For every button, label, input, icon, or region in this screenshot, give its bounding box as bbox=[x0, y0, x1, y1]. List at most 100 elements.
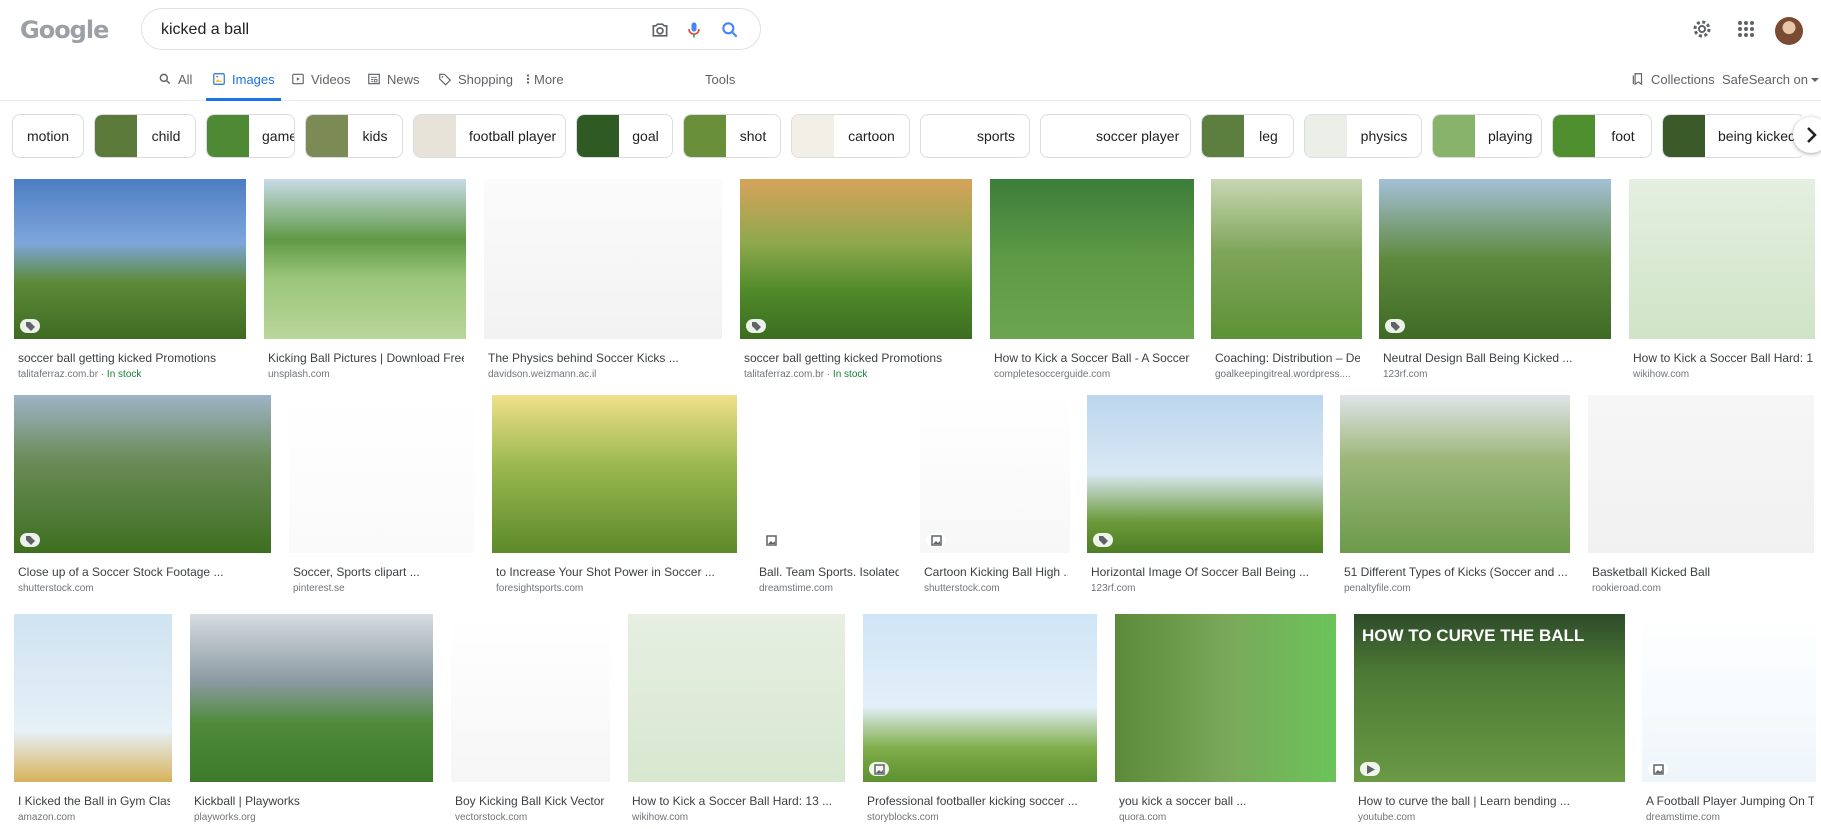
result-title[interactable]: soccer ball getting kicked Promotions bbox=[18, 351, 244, 365]
mic-icon[interactable] bbox=[684, 20, 704, 40]
related-chip-soccer-player[interactable]: soccer player bbox=[1040, 114, 1191, 158]
result-thumbnail[interactable]: HOW TO CURVE THE BALL bbox=[1354, 614, 1625, 782]
result-title[interactable]: Close up of a Soccer Stock Footage ... bbox=[18, 565, 269, 579]
result-title[interactable]: I Kicked the Ball in Gym Clas... bbox=[18, 794, 170, 808]
image-result-card[interactable]: I Kicked the Ball in Gym Clas... amazon.c… bbox=[14, 614, 172, 826]
related-chip-being-kicked[interactable]: being kicked bbox=[1662, 114, 1802, 158]
result-title[interactable]: Ball. Team Sports. Isolated... bbox=[759, 565, 899, 579]
related-chip-sports[interactable]: sports bbox=[920, 114, 1030, 158]
tab-shopping[interactable]: Shopping bbox=[438, 72, 513, 100]
result-thumbnail[interactable] bbox=[1211, 179, 1362, 339]
image-result-card[interactable]: Professional footballer kicking soccer .… bbox=[863, 614, 1097, 826]
related-chip-shot[interactable]: shot bbox=[683, 114, 781, 158]
result-thumbnail[interactable] bbox=[628, 614, 845, 782]
result-title[interactable]: How to curve the ball | Learn bending ..… bbox=[1358, 794, 1623, 808]
result-title[interactable]: Kickball | Playworks bbox=[194, 794, 431, 808]
result-title[interactable]: Soccer, Sports clipart ... bbox=[293, 565, 472, 579]
result-thumbnail[interactable] bbox=[1115, 614, 1336, 782]
result-title[interactable]: soccer ball getting kicked Promotions bbox=[744, 351, 970, 365]
tab-images[interactable]: Images bbox=[206, 72, 281, 101]
result-thumbnail[interactable] bbox=[863, 614, 1097, 782]
image-result-card[interactable]: How to Kick a Soccer Ball - A Soccer ...… bbox=[990, 179, 1194, 383]
image-result-card[interactable]: Close up of a Soccer Stock Footage ... sh… bbox=[14, 395, 271, 597]
image-result-card[interactable]: Coaching: Distribution – De... goalkeepin… bbox=[1211, 179, 1362, 383]
related-chip-football-player[interactable]: football player bbox=[413, 114, 566, 158]
tab-all[interactable]: All bbox=[158, 72, 192, 100]
result-thumbnail[interactable] bbox=[1379, 179, 1611, 339]
search-icon[interactable] bbox=[720, 20, 740, 40]
result-thumbnail[interactable] bbox=[740, 179, 972, 339]
account-avatar[interactable] bbox=[1775, 17, 1803, 45]
result-title[interactable]: Basketball Kicked Ball bbox=[1592, 565, 1812, 579]
result-title[interactable]: Professional footballer kicking soccer .… bbox=[867, 794, 1095, 808]
result-title[interactable]: The Physics behind Soccer Kicks ... bbox=[488, 351, 720, 365]
result-title[interactable]: to Increase Your Shot Power in Soccer ..… bbox=[496, 565, 735, 579]
image-result-card[interactable]: Cartoon Kicking Ball High ... shutterstoc… bbox=[920, 395, 1070, 597]
result-thumbnail[interactable] bbox=[289, 395, 474, 553]
result-thumbnail[interactable] bbox=[920, 395, 1070, 553]
result-thumbnail[interactable] bbox=[14, 395, 271, 553]
settings-gear-icon[interactable] bbox=[1690, 17, 1714, 41]
result-title[interactable]: Neutral Design Ball Being Kicked ... bbox=[1383, 351, 1609, 365]
collections-button[interactable]: Collections bbox=[1631, 72, 1715, 100]
image-result-card[interactable]: Basketball Kicked Ball rookieroad.com bbox=[1588, 395, 1814, 597]
related-chip-cartoon[interactable]: cartoon bbox=[791, 114, 910, 158]
image-result-card[interactable]: The Physics behind Soccer Kicks ... david… bbox=[484, 179, 722, 383]
search-input[interactable] bbox=[159, 19, 633, 41]
related-chip-physics[interactable]: physics bbox=[1304, 114, 1422, 158]
tab-more[interactable]: More bbox=[525, 72, 564, 100]
result-title[interactable]: How to Kick a Soccer Ball Hard: 13 ... bbox=[632, 794, 843, 808]
result-thumbnail[interactable] bbox=[190, 614, 433, 782]
related-chip-goal[interactable]: goal bbox=[576, 114, 673, 158]
result-thumbnail[interactable] bbox=[484, 179, 722, 339]
related-chip-motion[interactable]: motion bbox=[12, 114, 84, 158]
image-result-card[interactable]: Kicking Ball Pictures | Download Free ..… bbox=[264, 179, 466, 383]
camera-icon[interactable] bbox=[650, 20, 670, 40]
result-thumbnail[interactable] bbox=[1642, 614, 1816, 782]
apps-grid-icon[interactable] bbox=[1734, 17, 1758, 41]
result-thumbnail[interactable] bbox=[264, 179, 466, 339]
related-chip-playing[interactable]: playing bbox=[1432, 114, 1542, 158]
result-title[interactable]: Horizontal Image Of Soccer Ball Being ..… bbox=[1091, 565, 1321, 579]
related-chip-child[interactable]: child bbox=[94, 114, 196, 158]
tab-news[interactable]: News bbox=[367, 72, 420, 100]
result-thumbnail[interactable] bbox=[990, 179, 1194, 339]
search-box[interactable] bbox=[141, 8, 761, 50]
result-thumbnail[interactable] bbox=[1087, 395, 1323, 553]
tab-videos[interactable]: Videos bbox=[291, 72, 351, 100]
result-title[interactable]: you kick a soccer ball ... bbox=[1119, 794, 1334, 808]
result-title[interactable]: How to Kick a Soccer Ball - A Soccer ... bbox=[994, 351, 1192, 365]
result-thumbnail[interactable] bbox=[755, 395, 901, 553]
image-result-card[interactable]: Boy Kicking Ball Kick Vector ... vectorst… bbox=[451, 614, 610, 826]
google-logo[interactable]: Google bbox=[20, 16, 109, 44]
result-title[interactable]: How to Kick a Soccer Ball Hard: 1... bbox=[1633, 351, 1813, 365]
image-result-card[interactable]: Neutral Design Ball Being Kicked ... 123r… bbox=[1379, 179, 1611, 383]
result-thumbnail[interactable] bbox=[14, 614, 172, 782]
related-chip-game[interactable]: game bbox=[206, 114, 295, 158]
tools-button[interactable]: Tools bbox=[705, 72, 735, 100]
related-chip-foot[interactable]: foot bbox=[1552, 114, 1652, 158]
image-result-card[interactable]: Ball. Team Sports. Isolated... dreamstime… bbox=[755, 395, 901, 597]
result-thumbnail[interactable] bbox=[1629, 179, 1815, 339]
result-thumbnail[interactable] bbox=[1588, 395, 1814, 553]
result-title[interactable]: A Football Player Jumping On T... bbox=[1646, 794, 1814, 808]
image-result-card[interactable]: Kickball | Playworks playworks.org bbox=[190, 614, 433, 826]
result-thumbnail[interactable] bbox=[451, 614, 610, 782]
image-result-card[interactable]: How to Kick a Soccer Ball Hard: 1... wiki… bbox=[1629, 179, 1815, 383]
result-title[interactable]: 51 Different Types of Kicks (Soccer and … bbox=[1344, 565, 1568, 579]
image-result-card[interactable]: How to Kick a Soccer Ball Hard: 13 ... wi… bbox=[628, 614, 845, 826]
result-thumbnail[interactable] bbox=[492, 395, 737, 553]
image-result-card[interactable]: soccer ball getting kicked Promotions tal… bbox=[740, 179, 972, 383]
result-title[interactable]: Cartoon Kicking Ball High ... bbox=[924, 565, 1068, 579]
image-result-card[interactable]: to Increase Your Shot Power in Soccer ..… bbox=[492, 395, 737, 597]
safesearch-toggle[interactable]: SafeSearch on bbox=[1722, 72, 1820, 100]
image-result-card[interactable]: A Football Player Jumping On T... dreamst… bbox=[1642, 614, 1816, 826]
image-result-card[interactable]: HOW TO CURVE THE BALL How to curve the ba… bbox=[1354, 614, 1625, 826]
image-result-card[interactable]: 51 Different Types of Kicks (Soccer and … bbox=[1340, 395, 1570, 597]
chips-scroll-next-button[interactable] bbox=[1793, 117, 1821, 153]
image-result-card[interactable]: you kick a soccer ball ... quora.com bbox=[1115, 614, 1336, 826]
result-thumbnail[interactable] bbox=[14, 179, 246, 339]
result-thumbnail[interactable] bbox=[1340, 395, 1570, 553]
image-result-card[interactable]: soccer ball getting kicked Promotions tal… bbox=[14, 179, 246, 383]
result-title[interactable]: Kicking Ball Pictures | Download Free ..… bbox=[268, 351, 464, 365]
